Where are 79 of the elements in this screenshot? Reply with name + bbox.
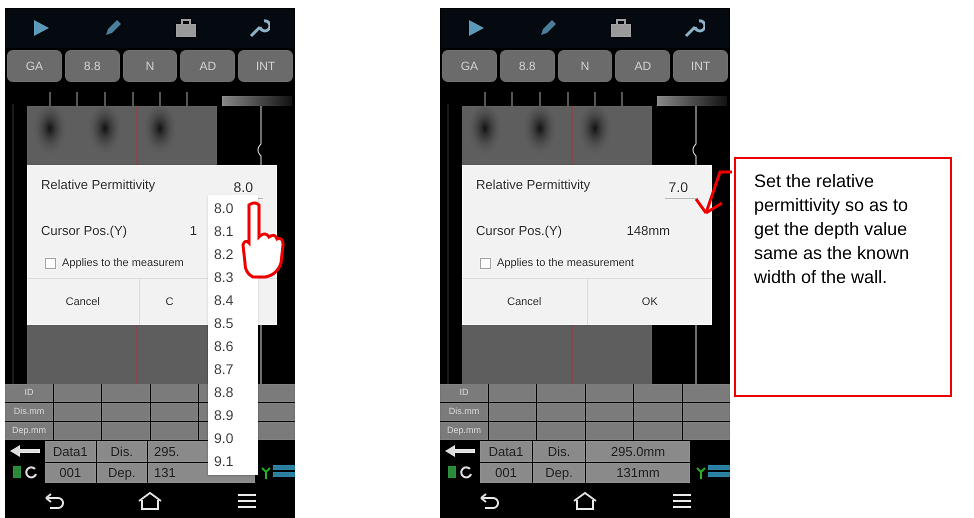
table-cell [586,403,634,421]
checkbox[interactable] [480,258,491,269]
wrench-icon[interactable] [248,17,270,39]
table-cell [54,403,102,421]
antenna-icon [261,467,271,479]
checkbox-label: Applies to the measurement [497,256,634,272]
refresh-icon[interactable] [458,465,472,479]
status-cell: 001 [45,462,96,483]
antenna-icon [696,467,706,479]
table-cell [54,384,102,402]
dropdown-option[interactable]: 8.6 [208,335,258,358]
row-header: Dis.mm [440,403,488,421]
table-cell [537,384,585,402]
status-cell: 295.0mm [586,441,690,462]
table-cell [537,403,585,421]
dropdown-option[interactable]: 8.8 [208,381,258,404]
dropdown-option[interactable]: 8.7 [208,358,258,381]
battery-icon [273,463,295,479]
home-icon[interactable] [572,490,598,510]
cursor-value: 148mm [626,222,670,240]
back-arrow-icon[interactable] [445,445,475,457]
table-cell [102,384,150,402]
menu-icon[interactable] [236,492,258,508]
table-cell [682,384,730,402]
dropdown-option[interactable]: 8.9 [208,404,258,427]
table-cell [586,422,634,440]
row-header: Dep.mm [440,422,488,440]
dialog-button[interactable]: OK [586,279,712,325]
dialog-label: Relative Permittivity [476,176,590,194]
status-cell: Dis. [533,441,585,462]
status-cell: 001 [480,462,532,483]
table-cell [586,384,634,402]
table-cell [682,403,730,421]
table-cell [489,422,536,440]
status-cell: Dis. [96,441,147,462]
table-cell [150,422,198,440]
home-icon[interactable] [136,490,163,510]
table-cell [150,384,198,402]
table-cell [102,422,150,440]
dialog-label: Cursor Pos.(Y) [41,222,127,240]
status-cell: Dep. [533,462,585,483]
wrench-icon[interactable] [683,17,705,39]
cursor-value: 1 [190,222,197,240]
table-cell [634,384,682,402]
dialog-label: Relative Permittivity [41,176,156,194]
table-cell [682,422,730,440]
battery-icon [708,463,730,479]
refresh-icon[interactable] [24,465,38,479]
briefcase-icon[interactable] [174,17,198,39]
status-cell: 131mm [586,462,690,483]
dialog-button[interactable]: Cancel [462,279,586,325]
table-cell [54,422,102,440]
status-cell: Data1 [45,441,96,462]
table-cell [489,403,536,421]
menu-icon[interactable] [671,492,694,508]
checkbox[interactable] [45,258,56,269]
row-header: Dis.mm [5,403,53,421]
row-header: ID [5,384,53,402]
status-square-icon [12,466,20,478]
pointer-arrow [692,169,734,217]
dialog-label: Cursor Pos.(Y) [476,222,562,240]
briefcase-icon[interactable] [609,17,633,39]
callout-text: Set the relative permittivity so as to get the depth value same as the known width of the wall. [754,170,910,289]
status-cell: Dep. [96,462,147,483]
table-cell [150,403,198,421]
dialog-button[interactable]: Cancel [27,279,138,325]
checkbox-label: Applies to the measurem [62,256,184,272]
table-cell [489,384,536,402]
status-square-icon [448,466,456,478]
table-cell [634,422,682,440]
back-arrow-icon[interactable] [10,445,40,457]
status-cell: Data1 [480,441,532,462]
table-cell [634,403,682,421]
row-header: Dep.mm [5,422,53,440]
permittivity-select[interactable]: 7.0 [664,177,698,199]
table-cell [537,422,585,440]
dropdown-option[interactable]: 8.4 [208,289,258,312]
table-cell [102,403,150,421]
row-header: ID [440,384,488,402]
